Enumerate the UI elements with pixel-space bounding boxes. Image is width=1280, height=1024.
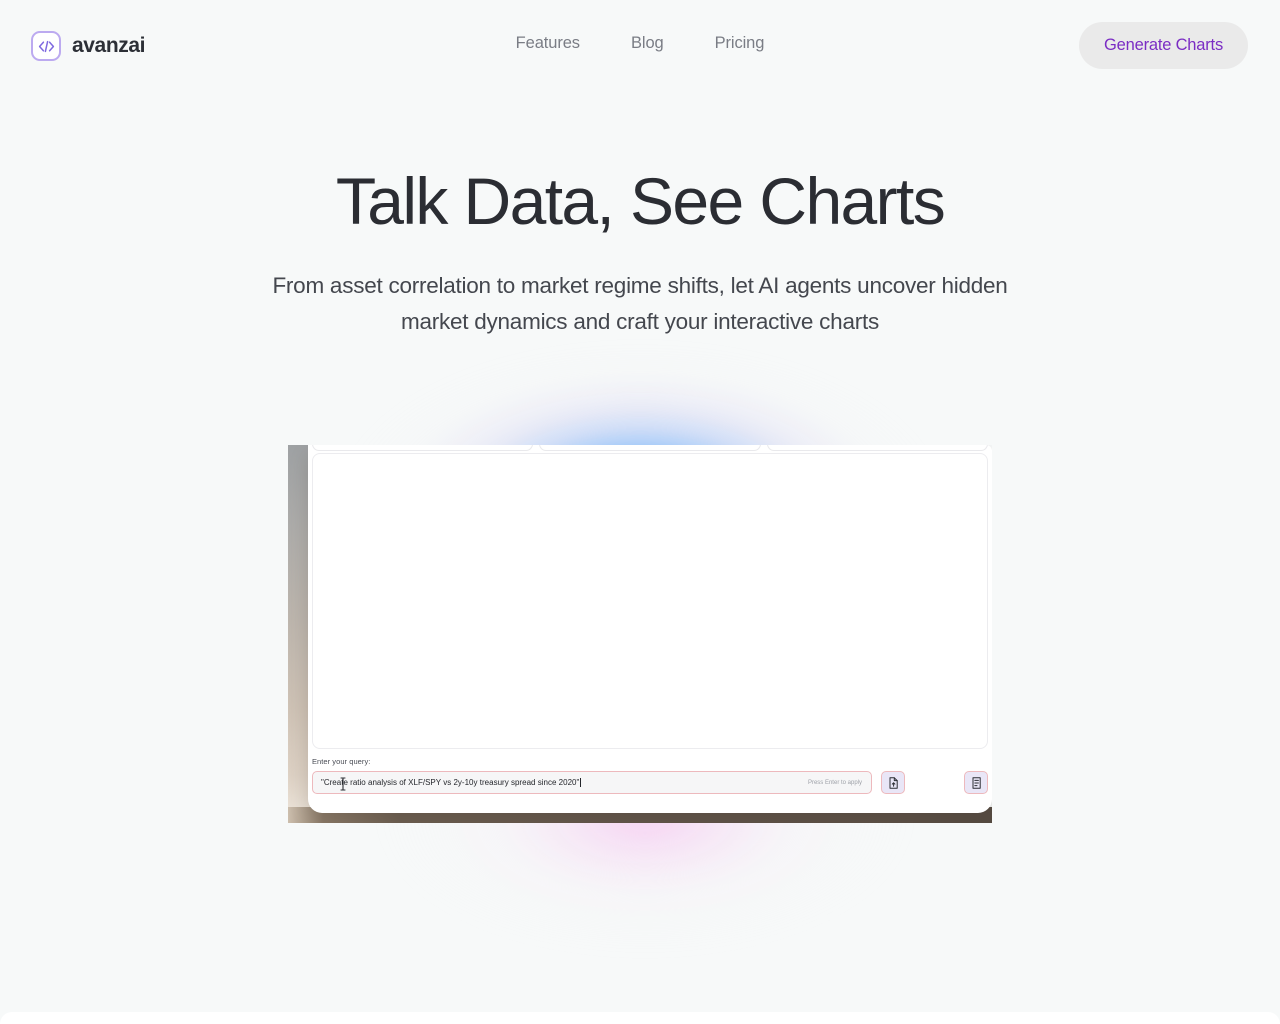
list-document-icon — [971, 776, 982, 789]
list-document-button[interactable] — [964, 771, 988, 794]
preview-metric-card — [539, 445, 761, 451]
text-caret — [580, 778, 582, 787]
app-preview-screenshot: Enter your query: "Create ratio analysis… — [288, 445, 992, 823]
preview-app-window: Enter your query: "Create ratio analysis… — [308, 445, 992, 813]
generate-charts-button[interactable]: Generate Charts — [1079, 22, 1248, 69]
preview-metric-card — [766, 445, 988, 451]
pink-glow-backdrop — [380, 790, 910, 1024]
nav-link-features[interactable]: Features — [516, 34, 580, 53]
preview-query-area: Enter your query: "Create ratio analysis… — [312, 757, 988, 807]
preview-metric-card — [312, 445, 534, 451]
preview-left-edge — [288, 445, 310, 820]
hero-subtitle: From asset correlation to market regime … — [272, 273, 1008, 334]
query-label: Enter your query: — [312, 757, 371, 766]
query-row: "Create ratio analysis of XLF/SPY vs 2y-… — [312, 771, 988, 794]
preview-chart-canvas — [312, 453, 988, 749]
page-title: Talk Data, See Charts — [335, 164, 946, 238]
nav-link-pricing[interactable]: Pricing — [715, 34, 765, 53]
page-bottom-sheet — [0, 1012, 1280, 1024]
file-upload-icon — [888, 776, 899, 789]
nav-link-blog[interactable]: Blog — [631, 34, 664, 53]
preview-metric-cards — [312, 445, 988, 451]
site-header: avanzai Features Blog Pricing Generate C… — [0, 0, 1280, 92]
query-input[interactable]: "Create ratio analysis of XLF/SPY vs 2y-… — [312, 771, 872, 794]
file-upload-button[interactable] — [881, 771, 905, 794]
query-hint-text: Press Enter to apply — [807, 779, 862, 786]
query-input-value: "Create ratio analysis of XLF/SPY vs 2y-… — [321, 778, 580, 787]
